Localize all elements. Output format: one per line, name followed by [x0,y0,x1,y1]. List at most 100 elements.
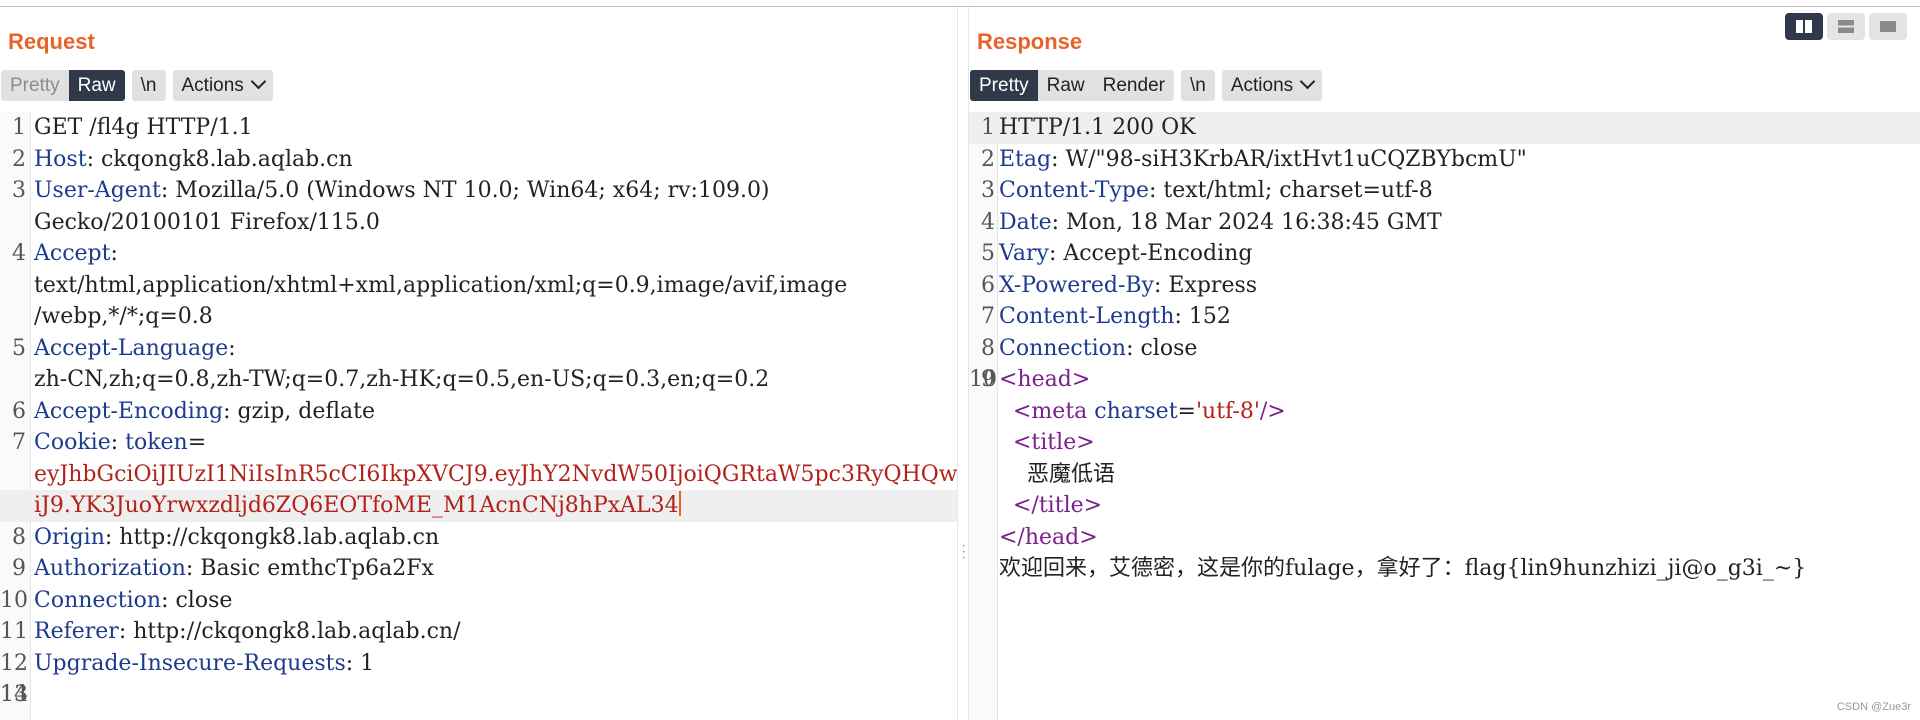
code-line[interactable]: 2 Host: ckqongk8.lab.aqlab.cn [0,144,957,176]
code-line[interactable]: 6 X-Powered-By: Express [969,270,1920,302]
header-name: Host [34,146,87,172]
code-line[interactable]: 12 Upgrade-Insecure-Requests: 1 [0,648,957,680]
header-name: Content-Length [999,304,1175,329]
request-toolbar: Pretty Raw \n Actions [1,70,273,101]
drag-handle-icon: · · · [961,537,967,566]
header-value: : W/"98-siH3KrbAR/ixtHvt1uCQZBYbcmU" [1051,146,1527,172]
code-line[interactable]: 11 Referer: http://ckqongk8.lab.aqlab.cn/ [0,616,957,648]
code-line[interactable]: 恶魔低语 [969,459,1920,491]
code-line[interactable]: Gecko/20100101 Firefox/115.0 [0,207,957,239]
layout-side-by-side-button[interactable] [1785,13,1823,40]
code-line[interactable]: 8 Origin: http://ckqongk8.lab.aqlab.cn [0,522,957,554]
code-line[interactable]: 3 Content-Type: text/html; charset=utf-8 [969,175,1920,207]
header-value: : Mozilla/5.0 (Windows NT 10.0; Win64; x… [160,178,770,203]
header-value: : text/html; charset=utf-8 [1148,178,1433,203]
request-actions-button[interactable]: Actions [172,70,273,101]
layout-tabs-button[interactable] [1869,13,1907,40]
response-actions-button[interactable]: Actions [1221,70,1323,101]
code-line[interactable]: </head> [969,522,1920,554]
code-line[interactable]: 10 Connection: close [0,585,957,617]
line-number: 6 [12,398,26,424]
rows-icon [1838,20,1854,33]
header-name: Vary [999,241,1049,266]
header-name: Accept-Encoding [34,398,224,424]
cookie-separator: = [187,430,207,455]
header-name: Accept [34,241,111,266]
code-line[interactable]: /webp,*/*;q=0.8 [0,301,957,333]
header-name: Origin [34,524,105,550]
code-line[interactable]: 1 GET /fl4g HTTP/1.1 [0,112,957,144]
line-number: 10 [0,587,28,613]
cookie-name: token [125,430,188,455]
request-newline-toggle[interactable]: \n [131,70,166,101]
html-tag: <meta [1013,398,1095,424]
code-line[interactable]: <meta charset='utf-8'/> [969,396,1920,428]
code-line[interactable]: 1 HTTP/1.1 200 OK [969,112,1920,144]
response-tab-raw[interactable]: Raw [1038,70,1094,101]
header-value: : Express [1153,272,1258,298]
line-number: 11 [0,619,28,644]
panel-divider[interactable]: · · · [957,7,969,720]
chevron-down-icon [250,73,267,90]
response-newline-toggle[interactable]: \n [1180,70,1215,101]
header-name: Content-Type [999,178,1149,203]
text-cursor [678,491,681,516]
response-tab-render[interactable]: Render [1094,70,1174,101]
code-line[interactable]: 5 Vary: Accept-Encoding [969,238,1920,270]
html-tag: <title> [1013,430,1095,455]
header-value: : close [1126,335,1198,361]
header-name: Authorization [34,556,186,581]
header-value: text/html,application/xhtml+xml,applicat… [34,272,848,298]
line-number: 7 [12,430,26,455]
request-panel: Request Pretty Raw \n Actions 1 GET /fl4g… [0,7,957,720]
code-line[interactable]: 8 Connection: close [969,333,1920,365]
code-line[interactable]: 4 Accept: [0,238,957,270]
html-tag: </title> [1013,493,1103,518]
code-line[interactable]: <title> [969,427,1920,459]
html-tag: <head> [999,367,1091,392]
line-number: 6 [981,272,995,298]
header-value: 恶魔低语 [1026,461,1115,487]
header-value: : [228,335,236,361]
code-line[interactable]: iJ9.YK3JuoYrwxzdljd6ZQ6EOTfoME_M1AcnCNj8… [0,490,957,522]
line-number: 4 [12,241,26,266]
code-line[interactable]: 10 <head> [969,364,1920,396]
code-line[interactable]: 9 Authorization: Basic emthcTp6a2Fx [0,553,957,585]
code-line[interactable]: 7 Cookie: token= [0,427,957,459]
line-number: 14 [0,682,28,707]
header-value: : [110,241,118,266]
code-line[interactable]: </title> [969,490,1920,522]
code-line[interactable]: eyJhbGciOiJIUzI1NiIsInR5cCI6IkpXVCJ9.eyJ… [0,459,957,491]
header-value: zh-CN,zh;q=0.8,zh-TW;q=0.7,zh-HK;q=0.5,e… [34,367,770,392]
line-number: 3 [12,178,26,203]
header-value: : http://ckqongk8.lab.aqlab.cn/ [118,619,461,644]
code-line[interactable]: 2 Etag: W/"98-siH3KrbAR/ixtHvt1uCQZBYbcmU… [969,144,1920,176]
request-editor[interactable]: 1 GET /fl4g HTTP/1.1 2 Host: ckqongk8.lab.a… [0,112,957,720]
code-line[interactable]: zh-CN,zh;q=0.8,zh-TW;q=0.7,zh-HK;q=0.5,e… [0,364,957,396]
code-line[interactable]: text/html,application/xhtml+xml,applicat… [0,270,957,302]
header-value: 欢迎回来，艾德密，这是你的fulage，拿好了：flag{lin9hunzhiz… [999,556,1807,581]
html-eq: = [1177,398,1196,424]
code-line[interactable]: 7 Content-Length: 152 [969,301,1920,333]
request-tab-raw[interactable]: Raw [68,70,125,101]
response-tab-pretty[interactable]: Pretty [970,70,1038,101]
code-line[interactable]: 3 User-Agent: Mozilla/5.0 (Windows NT 10.… [0,175,957,207]
code-line[interactable]: 6 Accept-Encoding: gzip, deflate [0,396,957,428]
request-actions-label: Actions [181,75,244,96]
columns-icon [1796,20,1812,33]
code-line[interactable]: 5 Accept-Language: [0,333,957,365]
request-tab-pretty[interactable]: Pretty [1,70,69,101]
code-line[interactable]: 4 Date: Mon, 18 Mar 2024 16:38:45 GMT [969,207,1920,239]
header-value: : 152 [1174,304,1231,329]
response-editor[interactable]: 1 HTTP/1.1 200 OK 2 Etag: W/"98-siH3KrbAR/i… [969,112,1920,720]
html-attr: charset [1094,398,1178,424]
chevron-down-icon [1299,73,1316,90]
code-line[interactable]: 欢迎回来，艾德密，这是你的fulage，拿好了：flag{lin9hunzhiz… [969,553,1920,585]
line-number: 8 [12,524,26,550]
header-value: : ckqongk8.lab.aqlab.cn [86,146,353,172]
header-name: Cookie [34,430,111,455]
layout-stacked-button[interactable] [1827,13,1865,40]
